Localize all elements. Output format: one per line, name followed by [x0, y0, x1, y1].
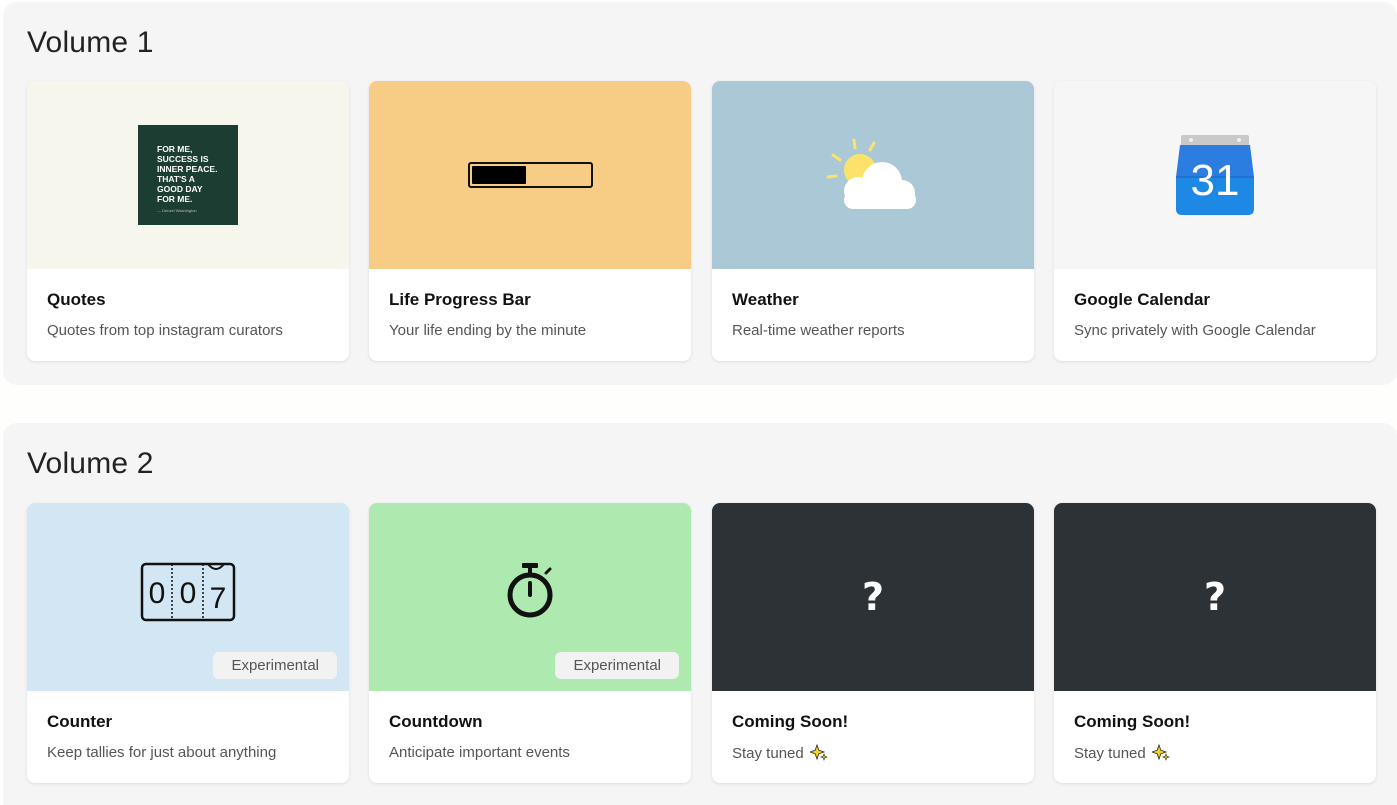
card-description-text: Real-time weather reports	[732, 322, 905, 339]
card-description: Keep tallies for just about anything	[47, 744, 276, 761]
card-description-text: Quotes from top instagram curators	[47, 322, 283, 339]
card-title: Life Progress Bar	[389, 290, 531, 309]
card-title: Quotes	[47, 290, 106, 309]
card-title: Countdown	[389, 712, 483, 731]
stopwatch-icon	[507, 563, 553, 618]
sparkle-icon	[809, 744, 828, 761]
countdown-thumbnail: Experimental	[369, 503, 691, 691]
card-description: Real-time weather reports	[732, 322, 905, 339]
weather-card[interactable]: Weather Real-time weather reports	[712, 81, 1034, 361]
card-description-text: Keep tallies for just about anything	[47, 744, 277, 761]
card-description: Your life ending by the minute	[389, 322, 586, 339]
counter-icon: 0 0 7	[140, 562, 236, 622]
counter-card[interactable]: 0 0 7 Experimental Counter Keep tallies …	[27, 503, 349, 783]
google-calendar-card[interactable]: 31 Google Calendar Sync privately with G…	[1054, 81, 1376, 361]
quote-line: SUCCESS IS	[157, 154, 209, 164]
sparkle-icon	[1151, 744, 1170, 761]
card-description-text: Anticipate important events	[389, 744, 570, 761]
life-progress-bar-card[interactable]: Life Progress Bar Your life ending by th…	[369, 81, 691, 361]
calendar-icon: 31	[1176, 135, 1254, 215]
card-title: Weather	[732, 290, 799, 309]
quote-line: INNER PEACE.	[157, 164, 218, 174]
quote-line: THAT'S A	[157, 174, 195, 184]
counter-digit: 7	[210, 582, 227, 615]
counter-digit: 0	[149, 577, 166, 610]
card-description-text: Your life ending by the minute	[389, 322, 587, 339]
quotes-card[interactable]: FOR ME, SUCCESS IS INNER PEACE. THAT'S A…	[27, 81, 349, 361]
card-description: Sync privately with Google Calendar	[1074, 322, 1316, 339]
card-description: Anticipate important events	[389, 744, 570, 761]
card-title: Counter	[47, 712, 113, 731]
volume-1-title: Volume 1	[27, 26, 154, 59]
card-title: Google Calendar	[1074, 290, 1211, 309]
counter-thumbnail: 0 0 7 Experimental	[27, 503, 349, 691]
coming-soon-card[interactable]: ? Coming Soon! Stay tuned	[712, 503, 1034, 783]
card-description-text: Stay tuned	[1074, 744, 1146, 762]
quote-line: FOR ME,	[157, 144, 193, 154]
weather-thumbnail	[712, 81, 1034, 269]
experimental-badge: Experimental	[213, 652, 337, 679]
quote-image: FOR ME, SUCCESS IS INNER PEACE. THAT'S A…	[138, 125, 238, 225]
quote-author: — Denzel Washington	[157, 208, 197, 213]
quote-line: FOR ME.	[157, 194, 193, 204]
coming-soon-thumbnail: ?	[1054, 503, 1376, 691]
counter-digit: 0	[180, 577, 197, 610]
card-title: Coming Soon!	[732, 712, 849, 731]
progress-bar-fill	[471, 166, 527, 184]
card-description: Quotes from top instagram curators	[47, 322, 283, 339]
card-description: Stay tuned	[1074, 744, 1170, 762]
quote-line: GOOD DAY	[157, 184, 203, 194]
experimental-badge: Experimental	[555, 652, 679, 679]
card-description-text: Stay tuned	[732, 744, 804, 762]
quotes-thumbnail: FOR ME, SUCCESS IS INNER PEACE. THAT'S A…	[27, 81, 349, 269]
question-mark-icon: ?	[861, 575, 885, 619]
question-mark-icon: ?	[1203, 575, 1227, 619]
coming-soon-thumbnail: ?	[712, 503, 1034, 691]
card-title: Coming Soon!	[1074, 712, 1191, 731]
progress-bar	[467, 162, 593, 188]
google-calendar-thumbnail: 31	[1054, 81, 1376, 269]
calendar-day: 31	[1191, 156, 1240, 205]
countdown-card[interactable]: Experimental Countdown Anticipate import…	[369, 503, 691, 783]
volume-2-section: Volume 2 0 0 7 Experimental Counter Keep…	[3, 423, 1397, 805]
life-progress-thumbnail	[369, 81, 691, 269]
coming-soon-card[interactable]: ? Coming Soon! Stay tuned	[1054, 503, 1376, 783]
card-description: Stay tuned	[732, 744, 828, 762]
card-description-text: Sync privately with Google Calendar	[1074, 322, 1316, 339]
volume-1-section: Volume 1 FOR ME, SUCCESS IS INNER PEACE.…	[3, 2, 1397, 385]
volume-2-title: Volume 2	[27, 447, 154, 480]
sun-cloud-icon	[826, 138, 916, 209]
